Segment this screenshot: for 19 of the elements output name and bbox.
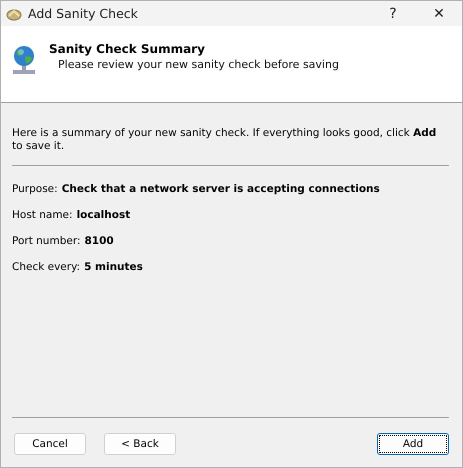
field-label: Check every: — [12, 260, 80, 275]
field-value: 5 minutes — [84, 260, 143, 275]
window-title: Add Sanity Check — [28, 6, 138, 21]
field-label: Port number: — [12, 234, 80, 249]
dialog-button[interactable]: Add — [377, 433, 449, 455]
close-button[interactable]: ✕ — [416, 1, 462, 26]
field-value: 8100 — [84, 234, 114, 249]
field-label: Purpose: — [12, 182, 58, 197]
header-title: Sanity Check Summary — [49, 42, 206, 56]
field-label: Host name: — [12, 208, 73, 223]
field-value: localhost — [76, 208, 130, 223]
header-subtitle: Please review your new sanity check before saving — [58, 58, 339, 70]
field-value: Check that a network server is accepting connections — [62, 182, 380, 197]
help-button[interactable]: ? — [370, 1, 416, 26]
dialog-button[interactable]: < Back — [104, 433, 176, 455]
dialog-button[interactable]: Cancel — [14, 433, 86, 455]
app-icon — [6, 6, 22, 20]
globe-icon — [11, 45, 37, 77]
intro-text: Here is a summary of your new sanity check. If everything looks good, click Add to save it. — [12, 127, 438, 153]
